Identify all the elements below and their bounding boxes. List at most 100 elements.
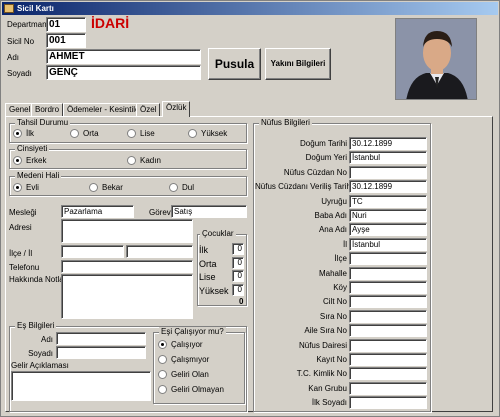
es-calisiyor-title: Eşi Çalışıyor mu? (159, 327, 226, 336)
radio-tahsil-orta[interactable]: Orta (70, 129, 99, 139)
photo-frame (395, 18, 477, 100)
cocuk-lise-field[interactable]: 0 (232, 270, 244, 282)
es-soyadi-field[interactable] (56, 346, 146, 359)
radio-geliri-olan[interactable]: Geliri Olan (158, 370, 209, 380)
es-soyadi-label: Soyadı (28, 349, 53, 358)
nufus-field-label: Nüfus Cüzdanı Veriliş Tarihi (255, 182, 353, 192)
nufus-field-input[interactable] (349, 295, 427, 309)
radio-cinsiyet-kadin[interactable]: Kadın (127, 156, 161, 166)
telefonu-field[interactable] (61, 260, 193, 273)
nufus-field-input[interactable]: İstanbul (349, 237, 427, 251)
cocuk-yuksek-field[interactable]: 0 (232, 284, 244, 296)
nufus-field-input[interactable]: İstanbul (349, 151, 427, 165)
sicilno-label: Sicil No (7, 37, 35, 46)
nufus-field-input[interactable] (349, 353, 427, 366)
radio-dot-icon (13, 156, 22, 165)
notlar-field[interactable] (61, 274, 193, 319)
tab-ozluk[interactable]: Özlük (162, 101, 191, 117)
nufus-field-label: Nüfus Dairesi (298, 340, 347, 350)
nufus-field-label: Kan Grubu (308, 383, 347, 393)
nufus-field-input[interactable] (349, 324, 427, 338)
nufus-field-input[interactable] (349, 252, 427, 266)
nufus-field-label: Mahalle (318, 268, 347, 278)
radio-cinsiyet-erkek[interactable]: Erkek (13, 156, 46, 166)
sicil-karti-window: Sicil Kartı Departman 01 İDARİ Sicil No … (0, 0, 500, 417)
radio-dot-icon (70, 129, 79, 138)
cocuk-lise-label: Lise (199, 272, 216, 282)
cocuklar-title: Çocuklar (200, 229, 236, 238)
nufus-field-input[interactable] (349, 381, 427, 395)
tab-bordro[interactable]: Bordro (31, 103, 64, 116)
ilce-field[interactable] (61, 245, 124, 258)
nufus-field-input[interactable]: TC (349, 194, 427, 208)
radio-dot-icon (127, 129, 136, 138)
departman-field[interactable]: 01 (46, 17, 86, 32)
nufus-field-input[interactable]: Nuri (349, 209, 427, 222)
radio-dot-icon (89, 183, 98, 192)
cocuk-ilk-field[interactable]: 0 (232, 243, 244, 255)
cocuk-yuksek-label: Yüksek (199, 286, 229, 296)
tab-genel[interactable]: Genel (5, 103, 35, 116)
radio-medeni-bekar[interactable]: Bekar (89, 183, 123, 193)
es-adi-field[interactable] (56, 332, 146, 345)
gelir-aciklamasi-field[interactable] (11, 371, 151, 401)
app-icon (4, 4, 14, 13)
radio-dot-icon (13, 129, 22, 138)
medeni-group: Medeni Hali (9, 171, 247, 196)
tahsil-title: Tahsil Durumu (15, 118, 71, 127)
nufus-field-label: Baba Adı (314, 211, 347, 220)
nufus-field-label: Nüfus Cüzdan No (283, 167, 347, 177)
nufus-field-label: Doğum Yeri (305, 153, 347, 163)
il-field[interactable] (126, 245, 193, 258)
radio-dot-icon (13, 183, 22, 192)
sicilno-field[interactable]: 001 (46, 33, 86, 48)
es-adi-label: Adı (40, 335, 53, 344)
radio-medeni-evli[interactable]: Evli (13, 183, 39, 193)
radio-tahsil-lise[interactable]: Lise (127, 129, 155, 139)
meslegi-field[interactable]: Pazarlama (61, 205, 134, 218)
soyadi-label: Soyadı (7, 69, 32, 78)
yakini-bilgileri-button[interactable]: Yakını Bilgileri (265, 48, 331, 80)
tab-ozel[interactable]: Özel (136, 103, 161, 116)
soyadi-field[interactable]: GENÇ (46, 65, 201, 80)
radio-dot-icon (158, 385, 167, 394)
cinsiyet-title: Cinsiyeti (15, 144, 50, 153)
radio-tahsil-yuksek[interactable]: Yüksek (188, 129, 227, 139)
nufus-field-input[interactable]: 30.12.1899 (349, 180, 427, 194)
nufus-field-input[interactable] (349, 309, 427, 323)
cocuk-total: 0 (239, 297, 244, 306)
person-photo (396, 19, 476, 99)
title-bar: Sicil Kartı (2, 2, 498, 15)
nufus-field-input[interactable] (349, 338, 427, 352)
radio-calismiyor[interactable]: Çalışmıyor (158, 355, 209, 365)
nufus-field-label: Cilt No (322, 297, 347, 307)
radio-dot-icon (158, 370, 167, 379)
nufus-field-input[interactable]: 30.12.1899 (349, 137, 427, 150)
pusula-button[interactable]: Pusula (208, 48, 261, 80)
nufus-field-label: İlçe (334, 254, 347, 264)
radio-dot-icon (158, 355, 167, 364)
radio-geliri-olmayan[interactable]: Geliri Olmayan (158, 385, 224, 395)
nufus-field-input[interactable]: Ayşe (349, 223, 427, 237)
gelir-aciklamasi-label: Gelir Açıklaması (11, 361, 69, 370)
adi-label: Adı (7, 53, 20, 62)
tab-odemeler-kesintiler[interactable]: Ödemeler - Kesintiler (63, 103, 147, 116)
adi-field[interactable]: AHMET (46, 49, 201, 64)
nufus-field-input[interactable] (349, 396, 427, 410)
radio-dot-icon (158, 340, 167, 349)
nufus-field-label: T.C. Kimlik No (296, 369, 347, 379)
radio-medeni-dul[interactable]: Dul (169, 183, 194, 193)
radio-calisiyor[interactable]: Çalışıyor (158, 340, 203, 350)
nufus-field-input[interactable] (349, 367, 427, 381)
nufus-field-input[interactable] (349, 281, 427, 294)
nufus-title: Nüfus Bilgileri (259, 118, 312, 127)
gorevi-field[interactable]: Satış (171, 205, 247, 218)
nufus-field-label: İl (343, 239, 347, 249)
cocuk-orta-field[interactable]: 0 (232, 257, 244, 269)
nufus-field-input[interactable] (349, 165, 427, 179)
radio-tahsil-ilk[interactable]: İlk (13, 129, 34, 139)
adresi-field[interactable] (61, 219, 193, 243)
nufus-field-input[interactable] (349, 266, 427, 280)
cocuk-orta-label: Orta (199, 259, 217, 269)
adresi-label: Adresi (9, 223, 32, 232)
